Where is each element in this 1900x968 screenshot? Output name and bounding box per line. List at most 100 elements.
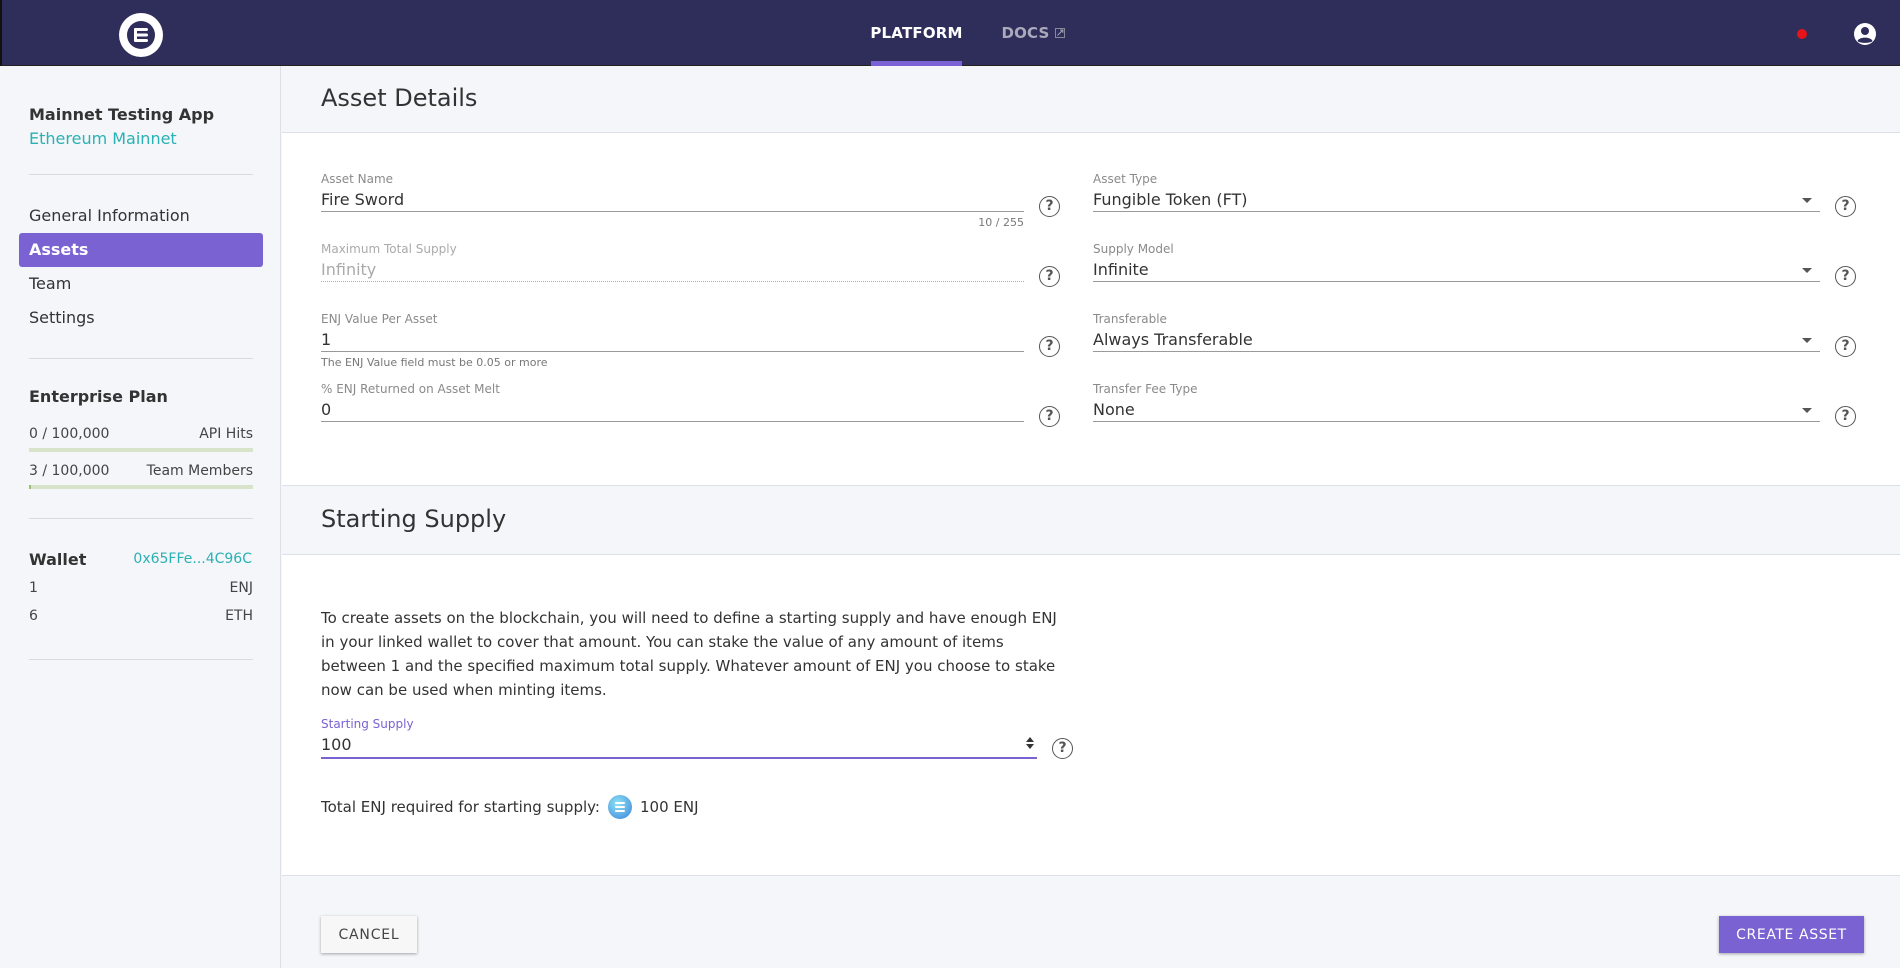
usage-bar-api-hits [29, 448, 253, 452]
asset-type-field: Asset Type Fungible Token (FT) [1093, 172, 1820, 212]
starting-supply-header: Starting Supply [282, 486, 1900, 555]
account-circle-icon[interactable] [1853, 22, 1877, 46]
asset-name-input[interactable]: Fire Sword [321, 187, 1024, 212]
wallet-title: Wallet [29, 550, 87, 569]
dropdown-arrow-icon [1802, 268, 1812, 273]
sidebar-item-team[interactable]: Team [19, 267, 263, 301]
starting-supply-input[interactable]: 100 [321, 733, 1037, 759]
stepper-up-icon[interactable] [1026, 737, 1034, 742]
transferable-label: Transferable [1093, 312, 1167, 326]
tab-docs[interactable]: DOCS ↗ [997, 0, 1069, 66]
transferable-value: Always Transferable [1093, 330, 1253, 349]
transferable-select[interactable]: Always Transferable [1093, 327, 1820, 352]
balance-amount: 6 [29, 608, 38, 624]
total-enj-value: 100 ENJ [639, 798, 699, 816]
transfer-fee-field: Transfer Fee Type None [1093, 382, 1820, 422]
usage-value: 0 / 100,000 [29, 426, 110, 442]
help-icon[interactable]: ? [1835, 266, 1856, 287]
enj-returned-label: % ENJ Returned on Asset Melt [321, 382, 500, 396]
sidebar-divider [29, 174, 253, 175]
asset-type-select[interactable]: Fungible Token (FT) [1093, 187, 1820, 212]
usage-label: Team Members [146, 463, 253, 479]
top-navigation-bar: PLATFORM DOCS ↗ [0, 0, 1900, 66]
transfer-fee-select[interactable]: None [1093, 397, 1820, 422]
asset-name-label: Asset Name [321, 172, 394, 186]
help-icon[interactable]: ? [1039, 406, 1060, 427]
sidebar-item-label: Team [29, 274, 72, 293]
max-supply-field: Maximum Total Supply Infinity [321, 242, 1024, 282]
help-icon[interactable]: ? [1039, 336, 1060, 357]
usage-label: API Hits [199, 426, 253, 442]
asset-type-value: Fungible Token (FT) [1093, 190, 1248, 209]
asset-details-header: Asset Details [282, 66, 1900, 133]
help-icon[interactable]: ? [1039, 196, 1060, 217]
supply-model-field: Supply Model Infinite [1093, 242, 1820, 282]
enj-value-label: ENJ Value Per Asset [321, 312, 438, 326]
external-link-icon: ↗ [1054, 26, 1065, 39]
balance-currency: ETH [225, 608, 253, 624]
asset-details-title: Asset Details [321, 84, 478, 112]
tab-platform-label: PLATFORM [870, 24, 963, 42]
total-enj-row: Total ENJ required for starting supply: … [321, 795, 699, 819]
sidebar-item-label: General Information [29, 206, 190, 225]
plan-title: Enterprise Plan [29, 387, 168, 406]
sidebar-divider [29, 358, 253, 359]
cancel-button[interactable]: CANCEL [321, 916, 417, 953]
help-icon[interactable]: ? [1039, 266, 1060, 287]
notification-indicator[interactable] [1797, 29, 1807, 39]
usage-bar-fill [29, 485, 32, 489]
number-stepper[interactable] [1025, 735, 1035, 753]
asset-name-field: Asset Name Fire Sword 10 / 255 [321, 172, 1024, 229]
transferable-field: Transferable Always Transferable [1093, 312, 1820, 352]
starting-supply-label: Starting Supply [321, 717, 414, 731]
enj-value-input[interactable]: 1 [321, 327, 1024, 352]
help-icon[interactable]: ? [1052, 738, 1073, 759]
sidebar-divider [29, 518, 253, 519]
tab-docs-label: DOCS [1001, 24, 1050, 42]
supply-model-select[interactable]: Infinite [1093, 257, 1820, 282]
tab-platform[interactable]: PLATFORM [870, 0, 963, 66]
starting-supply-description: To create assets on the blockchain, you … [321, 609, 1057, 699]
supply-model-value: Infinite [1093, 260, 1149, 279]
max-supply-label: Maximum Total Supply [321, 242, 457, 256]
dropdown-arrow-icon [1802, 338, 1812, 343]
enj-coin-icon [607, 795, 632, 819]
starting-supply-value: 100 [321, 735, 352, 754]
app-network: Ethereum Mainnet [29, 129, 177, 148]
transfer-fee-label: Transfer Fee Type [1093, 382, 1198, 396]
dropdown-arrow-icon [1802, 198, 1812, 203]
sidebar-item-assets[interactable]: Assets [19, 233, 263, 267]
sidebar-item-general-information[interactable]: General Information [19, 199, 263, 233]
dropdown-arrow-icon [1802, 408, 1812, 413]
enj-value-field: ENJ Value Per Asset 1 The ENJ Value fiel… [321, 312, 1024, 369]
asset-details-form: Asset Name Fire Sword 10 / 255 ? Maximum… [282, 133, 1900, 486]
balance-amount: 1 [29, 580, 38, 596]
enjin-logo-icon[interactable] [119, 13, 163, 57]
enj-returned-field: % ENJ Returned on Asset Melt 0 [321, 382, 1024, 422]
character-counter: 10 / 255 [978, 216, 1024, 229]
starting-supply-title: Starting Supply [321, 505, 507, 533]
create-asset-button[interactable]: CREATE ASSET [1719, 916, 1864, 953]
sidebar-item-settings[interactable]: Settings [19, 301, 263, 335]
starting-supply-form: To create assets on the blockchain, you … [282, 555, 1900, 876]
sidebar-divider [29, 659, 253, 660]
help-icon[interactable]: ? [1835, 196, 1856, 217]
max-supply-input: Infinity [321, 257, 1024, 282]
sidebar-item-label: Settings [29, 308, 95, 327]
sidebar: Mainnet Testing App Ethereum Mainnet Gen… [0, 66, 281, 968]
usage-value: 3 / 100,000 [29, 463, 110, 479]
usage-bar-team-members [29, 485, 253, 489]
enj-value-hint: The ENJ Value field must be 0.05 or more [321, 356, 548, 369]
balance-currency: ENJ [229, 580, 253, 596]
asset-type-label: Asset Type [1093, 172, 1158, 186]
supply-model-label: Supply Model [1093, 242, 1174, 256]
total-enj-label: Total ENJ required for starting supply: [321, 798, 600, 816]
help-icon[interactable]: ? [1835, 406, 1856, 427]
sidebar-item-label: Assets [29, 240, 89, 259]
enj-returned-input[interactable]: 0 [321, 397, 1024, 422]
stepper-down-icon[interactable] [1026, 744, 1034, 749]
form-footer: CANCEL CREATE ASSET [282, 876, 1900, 968]
help-icon[interactable]: ? [1835, 336, 1856, 357]
wallet-address-link[interactable]: 0x65FFe...4C96C [133, 551, 252, 567]
app-name: Mainnet Testing App [29, 105, 215, 124]
